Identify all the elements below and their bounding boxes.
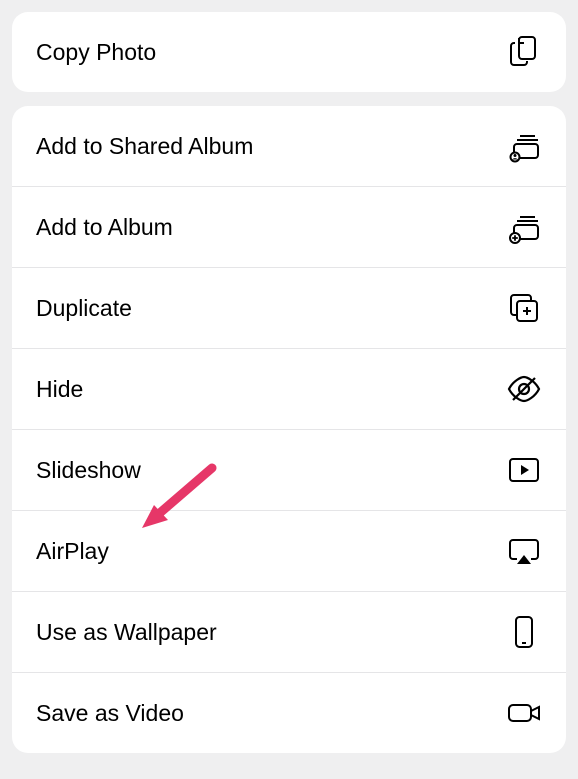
menu-label: Save as Video	[36, 700, 184, 727]
copy-photo-item[interactable]: Copy Photo	[12, 12, 566, 92]
add-to-shared-album-item[interactable]: Add to Shared Album	[12, 106, 566, 186]
airplay-icon	[506, 533, 542, 569]
duplicate-icon	[506, 290, 542, 326]
add-to-album-item[interactable]: Add to Album	[12, 186, 566, 267]
menu-label: AirPlay	[36, 538, 109, 565]
menu-group-1: Copy Photo	[12, 12, 566, 92]
save-as-video-item[interactable]: Save as Video	[12, 672, 566, 753]
airplay-item[interactable]: AirPlay	[12, 510, 566, 591]
menu-group-2: Add to Shared Album Add to Album	[12, 106, 566, 753]
hide-icon	[506, 371, 542, 407]
slideshow-item[interactable]: Slideshow	[12, 429, 566, 510]
menu-label: Hide	[36, 376, 83, 403]
menu-label: Add to Album	[36, 214, 173, 241]
menu-label: Duplicate	[36, 295, 132, 322]
duplicate-item[interactable]: Duplicate	[12, 267, 566, 348]
menu-label: Slideshow	[36, 457, 141, 484]
menu-label: Copy Photo	[36, 39, 156, 66]
menu-label: Use as Wallpaper	[36, 619, 217, 646]
shared-album-icon	[506, 128, 542, 164]
hide-item[interactable]: Hide	[12, 348, 566, 429]
phone-icon	[506, 614, 542, 650]
use-as-wallpaper-item[interactable]: Use as Wallpaper	[12, 591, 566, 672]
add-album-icon	[506, 209, 542, 245]
video-icon	[506, 695, 542, 731]
slideshow-icon	[506, 452, 542, 488]
menu-label: Add to Shared Album	[36, 133, 253, 160]
copy-icon	[506, 34, 542, 70]
